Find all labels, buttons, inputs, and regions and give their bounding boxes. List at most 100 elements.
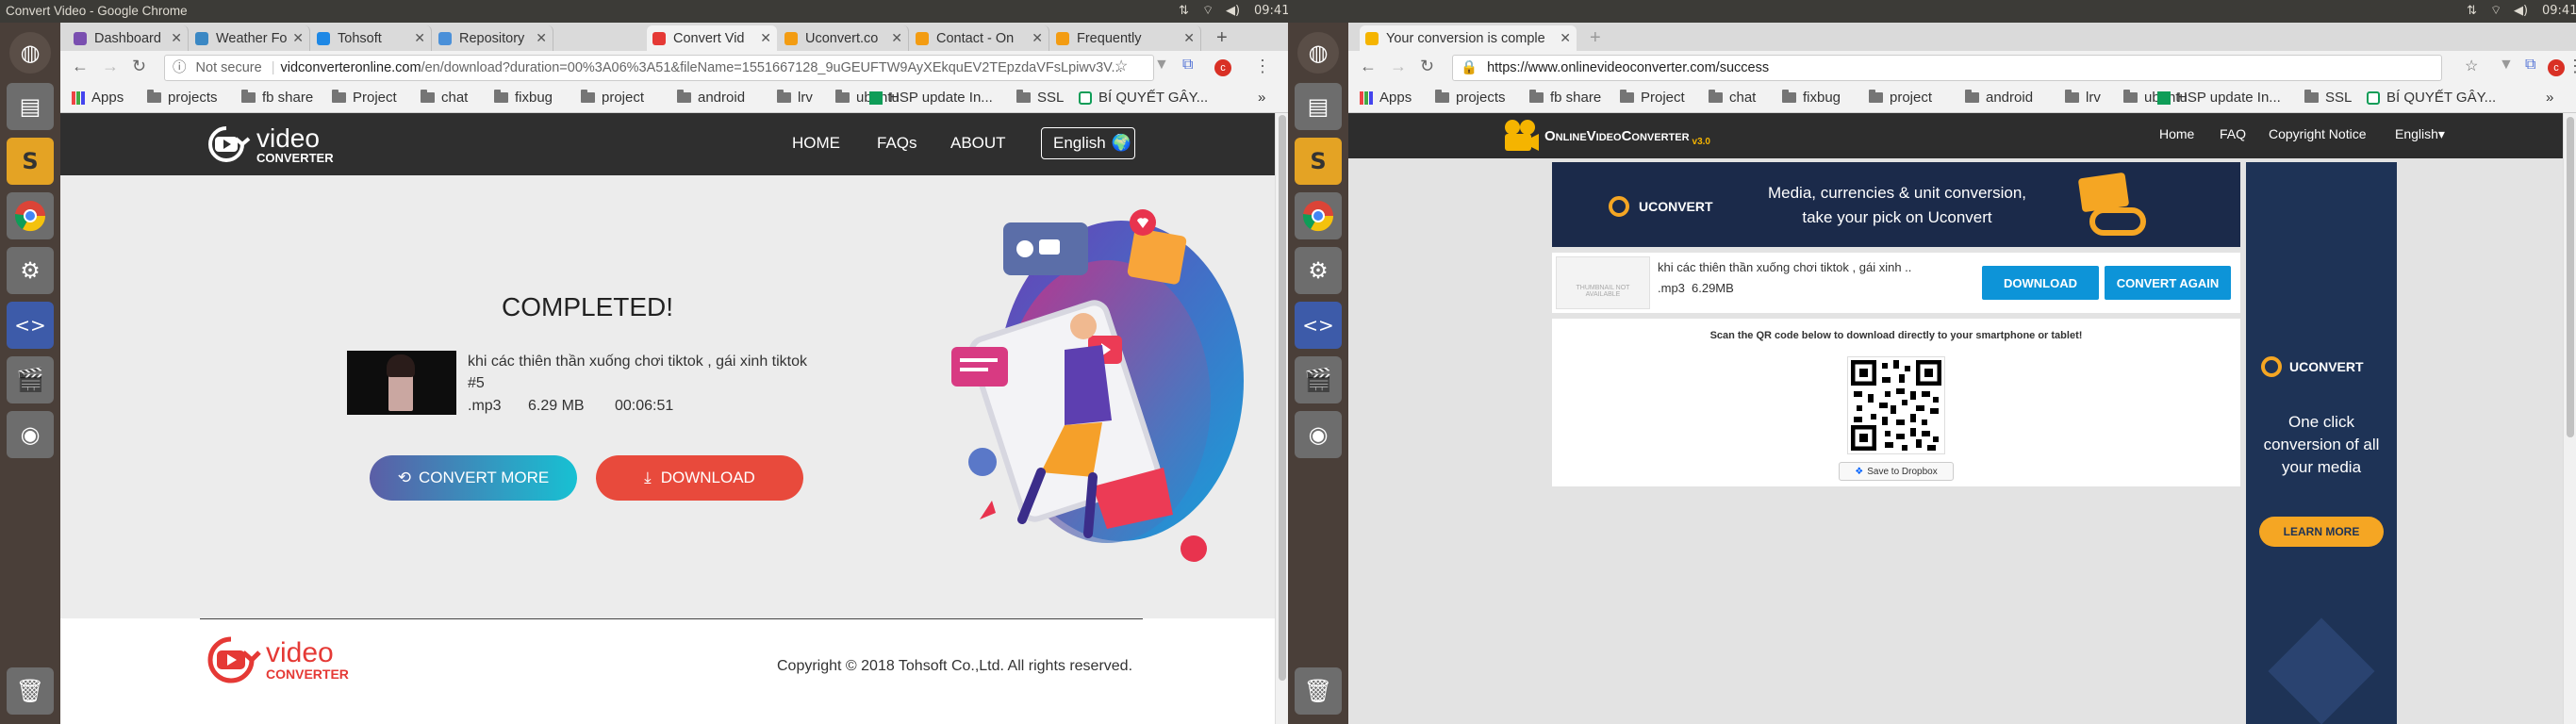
- footer-logo[interactable]: video CONVERTER: [200, 632, 349, 688]
- info-icon[interactable]: ⓘ: [173, 60, 187, 75]
- tab-frequently[interactable]: Frequently ✕: [1050, 25, 1201, 51]
- clock[interactable]: 09:41: [2542, 0, 2576, 23]
- bookmark-folder[interactable]: project: [1869, 90, 1932, 106]
- menu-icon[interactable]: ⋮: [2567, 57, 2576, 76]
- forward-icon[interactable]: →: [102, 57, 119, 76]
- clock[interactable]: 09:41: [1254, 0, 1288, 23]
- convert-again-button[interactable]: CONVERT AGAIN: [2105, 266, 2231, 300]
- learn-more-button[interactable]: LEARN MORE: [2259, 517, 2384, 547]
- nav-faq[interactable]: FAQ: [2220, 126, 2246, 141]
- more-bookmarks-icon[interactable]: »: [1258, 90, 1265, 106]
- nav-about[interactable]: ABOUT: [950, 134, 1006, 153]
- settings-icon[interactable]: ⚙: [7, 247, 54, 294]
- close-icon[interactable]: ✕: [1183, 30, 1195, 46]
- close-icon[interactable]: ✕: [1032, 30, 1043, 46]
- bookmark-folder[interactable]: chat: [1709, 90, 1756, 106]
- bookmark-folder[interactable]: Project: [332, 90, 397, 106]
- new-tab-button[interactable]: +: [1590, 27, 1601, 49]
- lock-icon[interactable]: 🔒: [1461, 60, 1478, 75]
- address-bar[interactable]: 🔒 https://www.onlinevideoconverter.com/s…: [1452, 55, 2442, 81]
- dash-icon[interactable]: ◍: [1297, 32, 1339, 74]
- volume-icon[interactable]: ◀): [1226, 0, 1240, 23]
- code-editor-icon[interactable]: <>: [7, 302, 54, 349]
- site-logo[interactable]: video CONVERTER: [200, 123, 334, 166]
- settings-icon[interactable]: ⚙: [1295, 247, 1342, 294]
- translate-icon[interactable]: ⧉: [1182, 57, 1193, 74]
- star-icon[interactable]: ☆: [2465, 57, 2478, 75]
- close-icon[interactable]: ✕: [760, 30, 771, 46]
- tab-repository[interactable]: Repository ✕: [433, 25, 553, 51]
- volume-icon[interactable]: ◀): [2514, 0, 2528, 23]
- bookmark-apps[interactable]: Apps: [72, 90, 124, 106]
- bookmark-hsp[interactable]: HSP update In...: [869, 90, 993, 106]
- sublime-text-icon[interactable]: S: [7, 138, 54, 185]
- bookmark-folder[interactable]: android: [1965, 90, 2033, 106]
- new-tab-button[interactable]: +: [1216, 27, 1228, 49]
- address-bar[interactable]: ⓘ Not secure | vidconverteronline.com/en/…: [164, 55, 1154, 81]
- language-button[interactable]: English 🌍: [1041, 127, 1135, 159]
- menu-icon[interactable]: ⋮: [1254, 57, 1271, 76]
- bookmark-folder[interactable]: lrv: [2065, 90, 2101, 106]
- network-icon[interactable]: ⇅: [2467, 0, 2477, 23]
- close-icon[interactable]: ✕: [891, 30, 902, 46]
- profile-avatar[interactable]: c: [1214, 59, 1231, 76]
- wifi-icon[interactable]: ⌔: [2490, 0, 2502, 23]
- convert-more-button[interactable]: ⟲ CONVERT MORE: [370, 455, 577, 501]
- bookmark-folder[interactable]: Project: [1620, 90, 1685, 106]
- nav-language-dropdown[interactable]: English▾: [2395, 126, 2445, 142]
- uconvert-banner[interactable]: UCONVERT Media, currencies & unit conver…: [1552, 162, 2240, 247]
- bookmark-hsp[interactable]: HSP update In...: [2157, 90, 2281, 106]
- close-icon[interactable]: ✕: [1560, 30, 1571, 46]
- files-icon[interactable]: ▤: [1295, 83, 1342, 130]
- tab-uconvert[interactable]: Uconvert.co ✕: [779, 25, 909, 51]
- bookmark-folder[interactable]: fixbug: [1782, 90, 1841, 106]
- video-editor-icon[interactable]: 🎬: [1295, 356, 1342, 403]
- translate-icon[interactable]: ⧉: [2525, 57, 2535, 74]
- tab-contact[interactable]: Contact - On ✕: [910, 25, 1049, 51]
- back-icon[interactable]: ←: [1360, 57, 1377, 76]
- bookmark-folder[interactable]: SSL: [1016, 90, 1064, 106]
- bookmark-folder[interactable]: lrv: [777, 90, 813, 106]
- wifi-icon[interactable]: ⌔: [1202, 0, 1214, 23]
- download-button[interactable]: ⤓ DOWNLOAD: [596, 455, 803, 501]
- bookmark-folder[interactable]: android: [677, 90, 745, 106]
- files-icon[interactable]: ▤: [7, 83, 54, 130]
- tab-convert-video[interactable]: Convert Vid ✕: [647, 25, 777, 51]
- bookmark-apps[interactable]: Apps: [1360, 90, 1412, 106]
- bookmark-bi-quyet[interactable]: BÍ QUYẾT GÂY...: [2367, 90, 2496, 106]
- page-scrollbar[interactable]: [1275, 113, 1288, 724]
- chrome-icon[interactable]: [1295, 192, 1342, 239]
- bookmark-folder[interactable]: fb share: [241, 90, 313, 106]
- dash-icon[interactable]: ◍: [9, 32, 51, 74]
- close-icon[interactable]: ✕: [292, 30, 304, 46]
- page-scrollbar[interactable]: [2563, 113, 2576, 724]
- bookmark-folder[interactable]: fixbug: [494, 90, 553, 106]
- tab-dashboard[interactable]: Dashboard ✕: [68, 25, 189, 51]
- star-icon[interactable]: ☆: [1115, 57, 1128, 75]
- site-logo[interactable]: OnlineVideoConverter v3.0: [1501, 119, 1710, 153]
- scrollbar-thumb[interactable]: [1279, 115, 1286, 681]
- bookmark-folder[interactable]: SSL: [2304, 90, 2352, 106]
- chrome-icon[interactable]: [7, 192, 54, 239]
- bookmark-folder[interactable]: project: [581, 90, 644, 106]
- trash-icon[interactable]: 🗑: [1295, 667, 1342, 715]
- sublime-text-icon[interactable]: S: [1295, 138, 1342, 185]
- bookmark-folder[interactable]: chat: [421, 90, 468, 106]
- camera-icon[interactable]: ◉: [1295, 411, 1342, 458]
- code-editor-icon[interactable]: <>: [1295, 302, 1342, 349]
- tab-weather[interactable]: Weather Fo ✕: [190, 25, 310, 51]
- trash-icon[interactable]: 🗑: [7, 667, 54, 715]
- video-editor-icon[interactable]: 🎬: [7, 356, 54, 403]
- network-icon[interactable]: ⇅: [1179, 0, 1189, 23]
- tab-tohsoft[interactable]: Tohsoft ✕: [311, 25, 432, 51]
- bookmark-bi-quyet[interactable]: BÍ QUYẾT GÂY...: [1079, 90, 1208, 106]
- nav-faqs[interactable]: FAQs: [877, 134, 917, 153]
- back-icon[interactable]: ←: [72, 57, 89, 76]
- close-icon[interactable]: ✕: [171, 30, 182, 46]
- more-bookmarks-icon[interactable]: »: [2546, 90, 2553, 106]
- uconvert-ad[interactable]: UCONVERT One click conversion of all you…: [2246, 162, 2397, 724]
- bookmark-folder[interactable]: projects: [1435, 90, 1506, 106]
- close-icon[interactable]: ✕: [414, 30, 425, 46]
- close-icon[interactable]: ✕: [536, 30, 547, 46]
- forward-icon[interactable]: →: [1390, 57, 1407, 76]
